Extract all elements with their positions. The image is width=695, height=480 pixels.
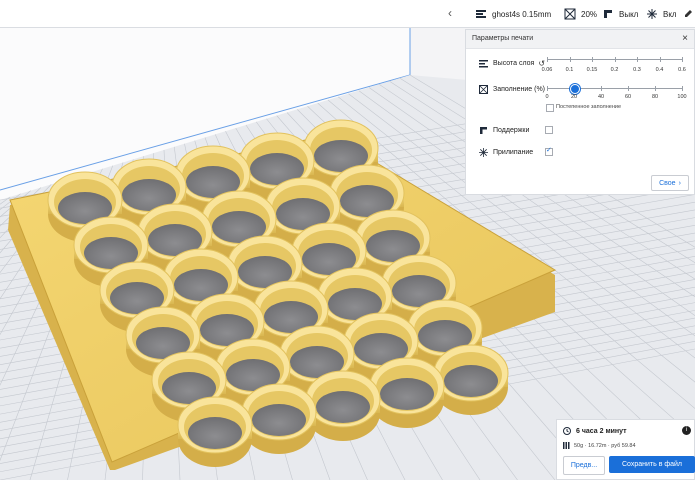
print-time: 6 часа 2 минут [563, 427, 627, 435]
infill-ticks: 0 20 40 60 80 100 [545, 94, 687, 102]
tick-label: 0.06 [541, 67, 553, 73]
layer-height-label: Высота слоя [493, 60, 535, 67]
tick-label: 0.15 [586, 67, 598, 73]
print-settings-panel: Параметры печати × [465, 29, 695, 195]
slider-tick [628, 86, 629, 91]
collapse-chevron-icon[interactable]: ‹ [448, 6, 462, 20]
tick-label: 0 [545, 94, 549, 100]
custom-button-label: Свое [659, 179, 676, 187]
profile-selector[interactable]: ghost4s 0.15mm [475, 6, 551, 22]
cup-hole [444, 365, 498, 397]
close-icon[interactable]: × [682, 30, 688, 48]
infill-icon [564, 8, 576, 20]
cup-hole [188, 417, 242, 449]
infill-value: 20% [581, 9, 598, 19]
tick-label: 100 [677, 94, 687, 100]
layers-icon [476, 10, 486, 18]
layer-height-ticks: 0.06 0.1 0.15 0.2 0.3 0.4 0.6 [542, 67, 687, 75]
print-time-value: 6 часа 2 минут [576, 427, 627, 435]
infill-row: Заполнение (%) [479, 85, 545, 94]
gradual-infill-label: Постепенное заполнение [556, 104, 622, 110]
slider-tick [614, 57, 616, 62]
support-indicator[interactable]: Выкл [602, 6, 638, 22]
infill-indicator[interactable]: 20% [564, 6, 597, 22]
cup [241, 383, 317, 454]
adhesion-row: Прилипание [479, 148, 533, 157]
chevron-right-icon: › [678, 179, 681, 187]
cup [305, 370, 381, 441]
cup-hole [380, 378, 434, 410]
profile-label: ghost4s 0.15mm [492, 9, 552, 19]
spool-icon [563, 442, 570, 449]
tick-label: 0.4 [655, 67, 664, 73]
save-to-file-button[interactable]: Сохранить в файл [609, 456, 695, 473]
tick-label: 40 [597, 94, 605, 100]
supports-label: Поддержки [493, 127, 530, 134]
print-estimate-panel: 6 часа 2 минут i 50g · 16.72m · руб 59.8… [556, 419, 695, 480]
tick-label: 60 [624, 94, 632, 100]
tick-label: 0.1 [565, 67, 574, 73]
custom-settings-button[interactable]: Свое › [651, 175, 689, 191]
adhesion-icon [647, 9, 657, 19]
infill-label: Заполнение (%) [493, 86, 545, 93]
slider-knob[interactable] [570, 84, 580, 94]
infill-icon [479, 85, 488, 94]
cup-hole [316, 391, 370, 423]
gradual-infill-checkbox[interactable] [546, 104, 554, 112]
layer-height-slider[interactable] [547, 55, 683, 65]
slider-tick [637, 57, 638, 62]
panel-title: Параметры печати [472, 35, 534, 42]
supports-row: Поддержки [479, 126, 529, 135]
slider-tick [682, 86, 683, 91]
slider-tick [601, 86, 602, 91]
info-icon[interactable]: i [682, 426, 691, 435]
material-estimate: 50g · 16.72m · руб 59.84 [563, 442, 636, 449]
edit-pencil-icon[interactable] [683, 7, 693, 19]
cup-hole [252, 404, 306, 436]
adhesion-icon [479, 148, 488, 157]
clock-icon [563, 427, 571, 435]
slider-tick [592, 57, 593, 62]
slider-tick [547, 86, 548, 91]
tick-label: 0.6 [678, 67, 686, 73]
adhesion-indicator[interactable]: Вкл [646, 6, 677, 22]
slider-tick [547, 57, 548, 62]
slider-tick [682, 57, 683, 62]
supports-checkbox[interactable] [545, 126, 553, 134]
adhesion-value: Вкл [663, 9, 677, 19]
support-icon [604, 10, 612, 18]
cup [177, 396, 253, 467]
print-setup-toolbar: ‹ ghost4s 0.15mm 20% Выкл Вкл [0, 0, 695, 28]
slider-tick [655, 86, 656, 91]
adhesion-checkbox[interactable] [545, 146, 553, 156]
preview-button[interactable]: Предв... [563, 456, 605, 475]
tick-label: 20 [570, 94, 578, 100]
cup [369, 357, 445, 428]
adhesion-label: Прилипание [493, 149, 534, 156]
panel-header: Параметры печати × [466, 30, 694, 49]
cup [433, 344, 509, 415]
tick-label: 80 [651, 94, 659, 100]
infill-slider[interactable] [547, 84, 683, 94]
layer-height-row: Высота слоя ↺ [479, 59, 545, 68]
tick-label: 0.3 [633, 67, 641, 73]
slider-track [547, 88, 682, 89]
support-icon [480, 127, 487, 134]
tick-label: 0.2 [610, 67, 619, 73]
material-estimate-value: 50g · 16.72m · руб 59.84 [574, 442, 636, 449]
slider-tick [569, 57, 571, 62]
slider-tick [659, 57, 661, 62]
support-value: Выкл [619, 9, 639, 19]
layers-icon [479, 60, 488, 68]
